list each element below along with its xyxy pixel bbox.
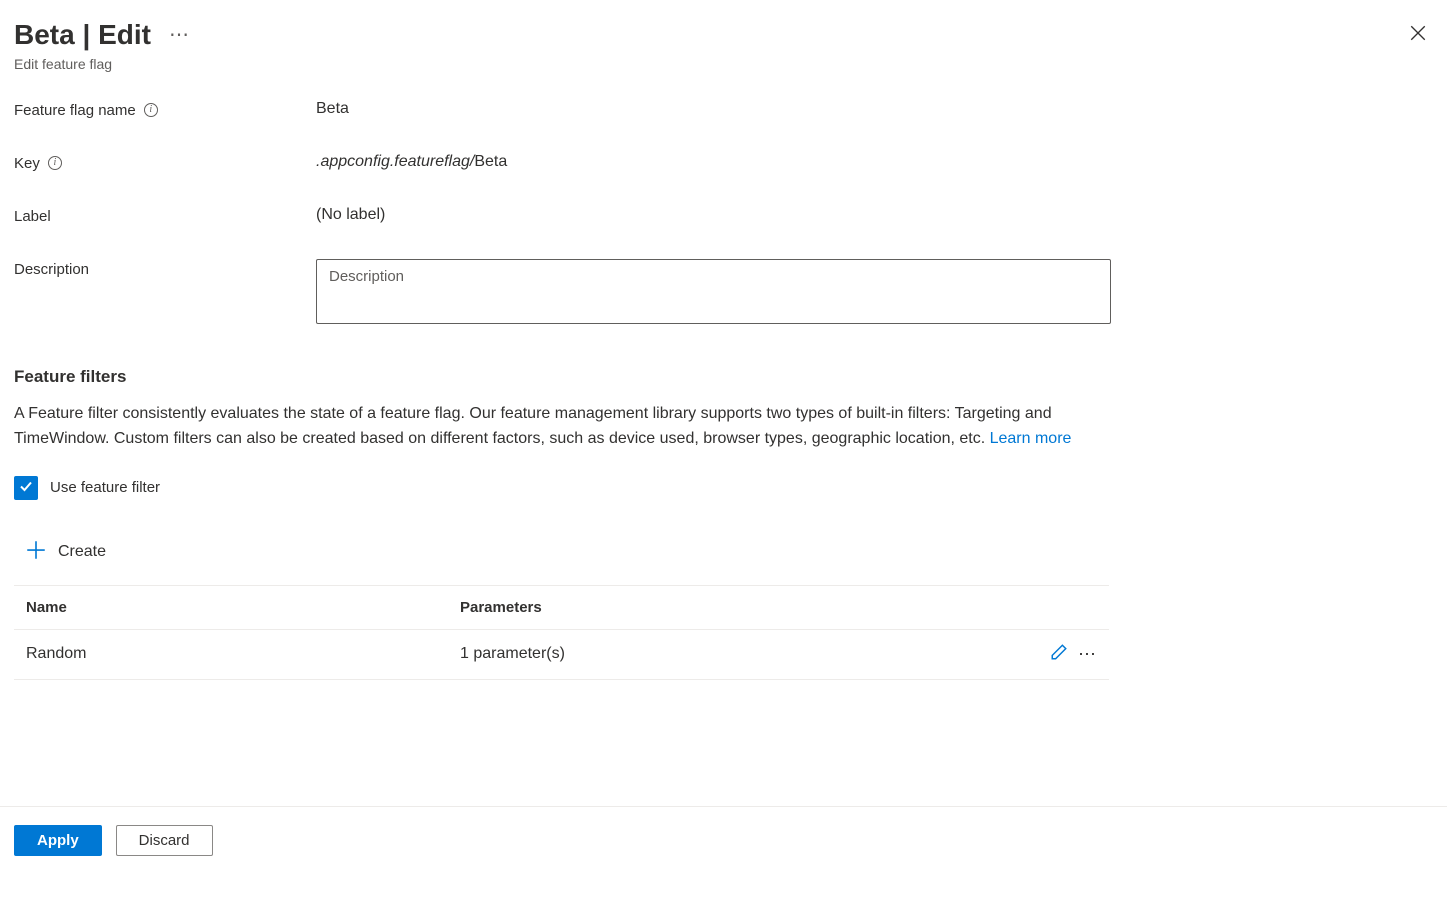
edit-icon[interactable] [1050,643,1068,666]
label-value: (No label) [316,206,1116,224]
key-value: .appconfig.featureflag/Beta [316,153,1116,171]
name-value: Beta [316,100,1116,118]
page-title: Beta | Edit [14,18,151,52]
key-suffix: Beta [474,153,507,170]
filters-table: Name Parameters Random 1 parameter(s) ⋯ [14,585,1109,680]
filters-description-text: A Feature filter consistently evaluates … [14,405,1052,448]
description-label: Description [14,261,89,278]
plus-icon [26,540,46,565]
learn-more-link[interactable]: Learn more [990,430,1072,447]
more-icon[interactable]: ⋯ [1078,644,1097,665]
use-filter-label: Use feature filter [50,479,160,496]
check-icon [18,478,34,498]
filter-params: 1 parameter(s) [438,645,1017,663]
filters-description: A Feature filter consistently evaluates … [14,401,1114,452]
close-button[interactable] [1403,18,1433,53]
description-input[interactable] [316,259,1111,324]
info-icon[interactable]: i [48,156,62,170]
use-filter-checkbox[interactable] [14,476,38,500]
name-label: Feature flag name [14,102,136,119]
page-subtitle: Edit feature flag [14,56,190,72]
create-button[interactable]: Create [14,540,1433,565]
col-name-header: Name [26,599,438,616]
footer: Apply Discard [0,806,1447,856]
more-icon[interactable]: ⋯ [169,25,190,45]
key-prefix: .appconfig.featureflag/ [316,153,474,170]
create-label: Create [58,543,106,561]
apply-button[interactable]: Apply [14,825,102,856]
discard-button[interactable]: Discard [116,825,213,856]
filter-name: Random [26,645,438,663]
close-icon [1409,29,1427,46]
label-label: Label [14,208,51,225]
col-params-header: Parameters [438,599,1017,616]
key-label: Key [14,155,40,172]
table-row: Random 1 parameter(s) ⋯ [14,629,1109,680]
filters-heading: Feature filters [14,367,1433,387]
info-icon[interactable]: i [144,103,158,117]
page-header: Beta | Edit ⋯ Edit feature flag [14,18,1433,72]
